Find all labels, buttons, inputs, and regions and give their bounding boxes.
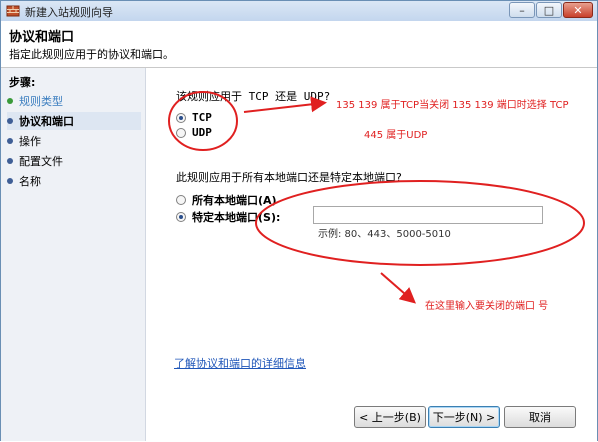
tcp-label: TCP <box>192 111 212 124</box>
step-label: 操作 <box>19 135 41 148</box>
udp-label: UDP <box>192 126 212 139</box>
cancel-button[interactable]: 取消 <box>504 406 576 428</box>
page-header: 协议和端口 指定此规则应用于的协议和端口。 <box>1 21 597 68</box>
step-name[interactable]: 名称 <box>7 172 141 190</box>
close-button[interactable]: ✕ <box>563 2 593 18</box>
port-example: 示例: 80、443、5000-5010 <box>318 229 451 240</box>
learn-more-link[interactable]: 了解协议和端口的详细信息 <box>174 355 306 371</box>
step-bullet-icon <box>7 98 13 104</box>
close-icon: ✕ <box>573 3 583 17</box>
annotation-port-input-note: 在这里输入要关闭的端口 号 <box>425 301 549 312</box>
back-button[interactable]: < 上一步(B) <box>354 406 426 428</box>
port-input[interactable] <box>313 206 543 224</box>
step-label: 名称 <box>19 175 41 188</box>
maximize-button[interactable]: □ <box>536 2 562 18</box>
page-title: 协议和端口 <box>9 30 75 45</box>
step-bullet-icon <box>7 158 13 164</box>
next-button[interactable]: 下一步(N) > <box>428 406 500 428</box>
radio-selected-icon <box>176 112 186 123</box>
radio-selected-icon <box>176 212 186 222</box>
steps-sidebar: 步骤: 规则类型 协议和端口 操作 配置文件 名称 <box>1 68 146 441</box>
udp-radio[interactable]: UDP <box>176 126 212 139</box>
radio-unselected-icon <box>176 127 186 138</box>
step-bullet-icon <box>7 178 13 184</box>
step-protocol-ports[interactable]: 协议和端口 <box>7 112 141 130</box>
annotation-udp-note: 445 属于UDP <box>364 130 428 141</box>
step-label: 规则类型 <box>19 95 63 108</box>
minimize-icon: – <box>519 3 525 17</box>
main-content: 该规则应用于 TCP 还是 UDP? TCP UDP 此规则应用于所有本地端口还… <box>146 68 597 441</box>
step-profile[interactable]: 配置文件 <box>7 152 141 170</box>
tcp-radio[interactable]: TCP <box>176 111 212 124</box>
radio-unselected-icon <box>176 195 186 205</box>
step-label: 协议和端口 <box>19 115 74 128</box>
annotation-tcp-note: 135 139 属于TCP当关闭 135 139 端口时选择 TCP <box>336 100 569 111</box>
step-bullet-icon <box>7 138 13 144</box>
wizard-window: 新建入站规则向导 – □ ✕ 协议和端口 指定此规则应用于的协议和端口。 步骤:… <box>0 0 598 441</box>
firewall-icon <box>6 5 20 17</box>
ports-question: 此规则应用于所有本地端口还是特定本地端口? <box>176 171 402 184</box>
step-bullet-icon <box>7 118 13 124</box>
specific-ports-radio[interactable]: 特定本地端口(S): <box>176 209 280 225</box>
specific-ports-label: 特定本地端口(S): <box>192 211 281 224</box>
protocol-question: 该规则应用于 TCP 还是 UDP? <box>176 90 331 103</box>
all-ports-label: 所有本地端口(A) <box>192 194 277 207</box>
minimize-button[interactable]: – <box>509 2 535 18</box>
page-subtitle: 指定此规则应用于的协议和端口。 <box>9 48 174 61</box>
maximize-icon: □ <box>543 3 555 17</box>
all-ports-radio[interactable]: 所有本地端口(A) <box>176 192 277 208</box>
window-title: 新建入站规则向导 <box>25 6 113 19</box>
title-bar[interactable]: 新建入站规则向导 – □ ✕ <box>1 1 597 22</box>
step-action[interactable]: 操作 <box>7 132 141 150</box>
step-label: 配置文件 <box>19 155 63 168</box>
steps-title: 步骤: <box>9 76 36 89</box>
step-rule-type[interactable]: 规则类型 <box>7 92 141 110</box>
